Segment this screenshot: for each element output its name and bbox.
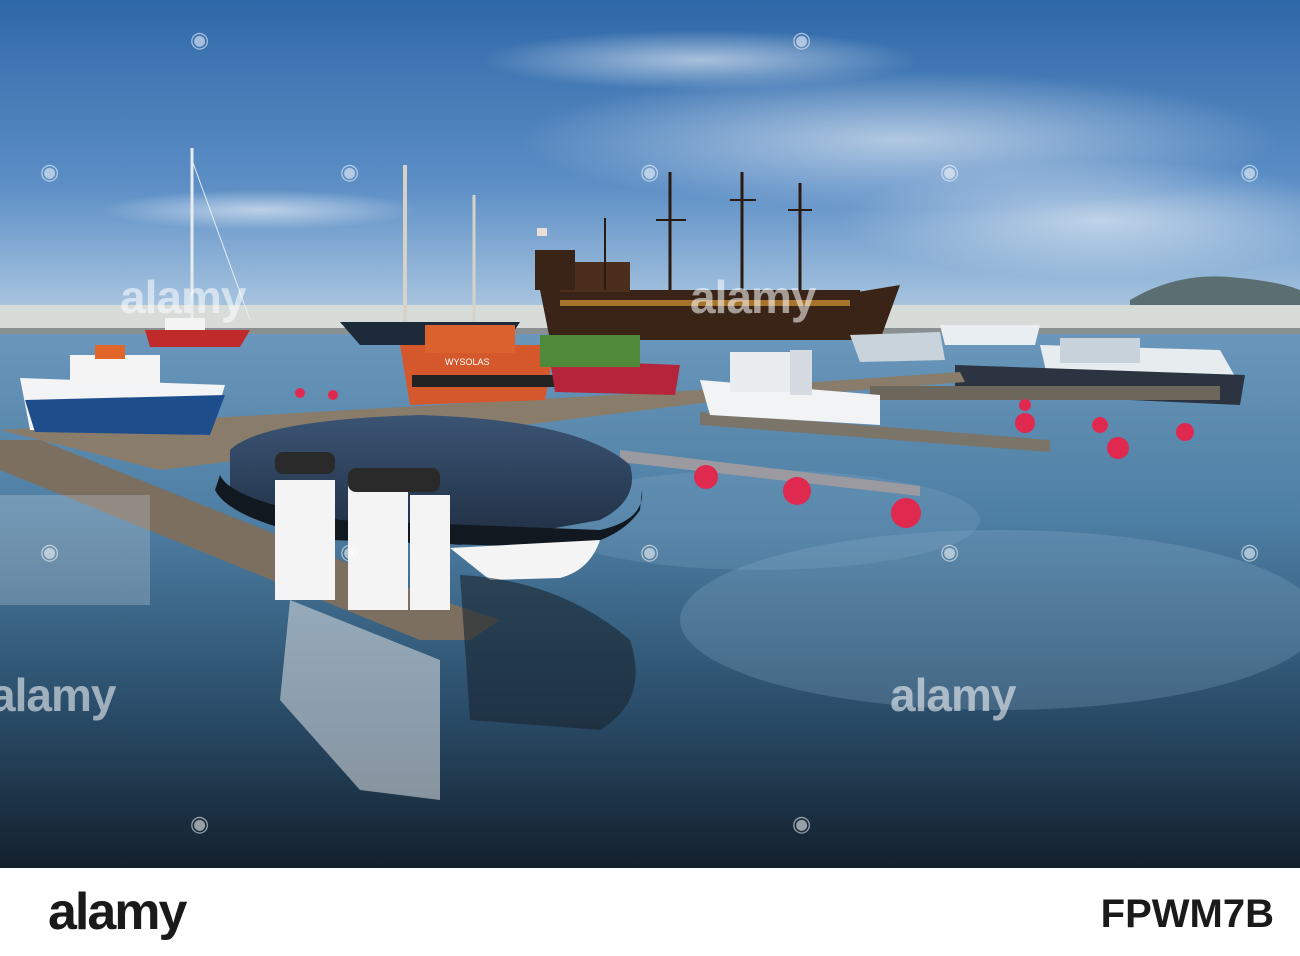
watermark-pin-icon: ◉ [1240, 540, 1260, 565]
watermark-pin-icon: ◉ [792, 28, 812, 53]
watermark-text: alamy [890, 669, 1016, 721]
watermark-pin-icon: ◉ [340, 160, 360, 185]
marina-photo: WYSOLAS [0, 0, 1300, 868]
harbor-scene-illustration: WYSOLAS [0, 0, 1300, 868]
watermark-pin-icon: ◉ [40, 160, 60, 185]
orange-boat-name: WYSOLAS [445, 357, 490, 367]
alamy-logo[interactable]: alamy [48, 882, 187, 942]
watermark-pin-icon: ◉ [640, 540, 660, 565]
watermark-pin-icon: ◉ [792, 812, 812, 837]
watermark-pin-icon: ◉ [190, 28, 210, 53]
watermark-text: alamy [0, 669, 116, 721]
image-id: FPWM7B [1100, 892, 1274, 936]
watermark-pin-icon: ◉ [640, 160, 660, 185]
watermark-pin-icon: ◉ [940, 160, 960, 185]
watermark-pin-icon: ◉ [40, 540, 60, 565]
footer-bar: alamy FPWM7B [0, 868, 1300, 956]
watermark-pin-icon: ◉ [340, 540, 360, 565]
watermark-pin-icon: ◉ [940, 540, 960, 565]
watermark-pin-icon: ◉ [1240, 160, 1260, 185]
watermark-pin-icon: ◉ [190, 812, 210, 837]
watermark-text: alamy [120, 271, 246, 323]
watermark-text: alamy [690, 271, 816, 323]
